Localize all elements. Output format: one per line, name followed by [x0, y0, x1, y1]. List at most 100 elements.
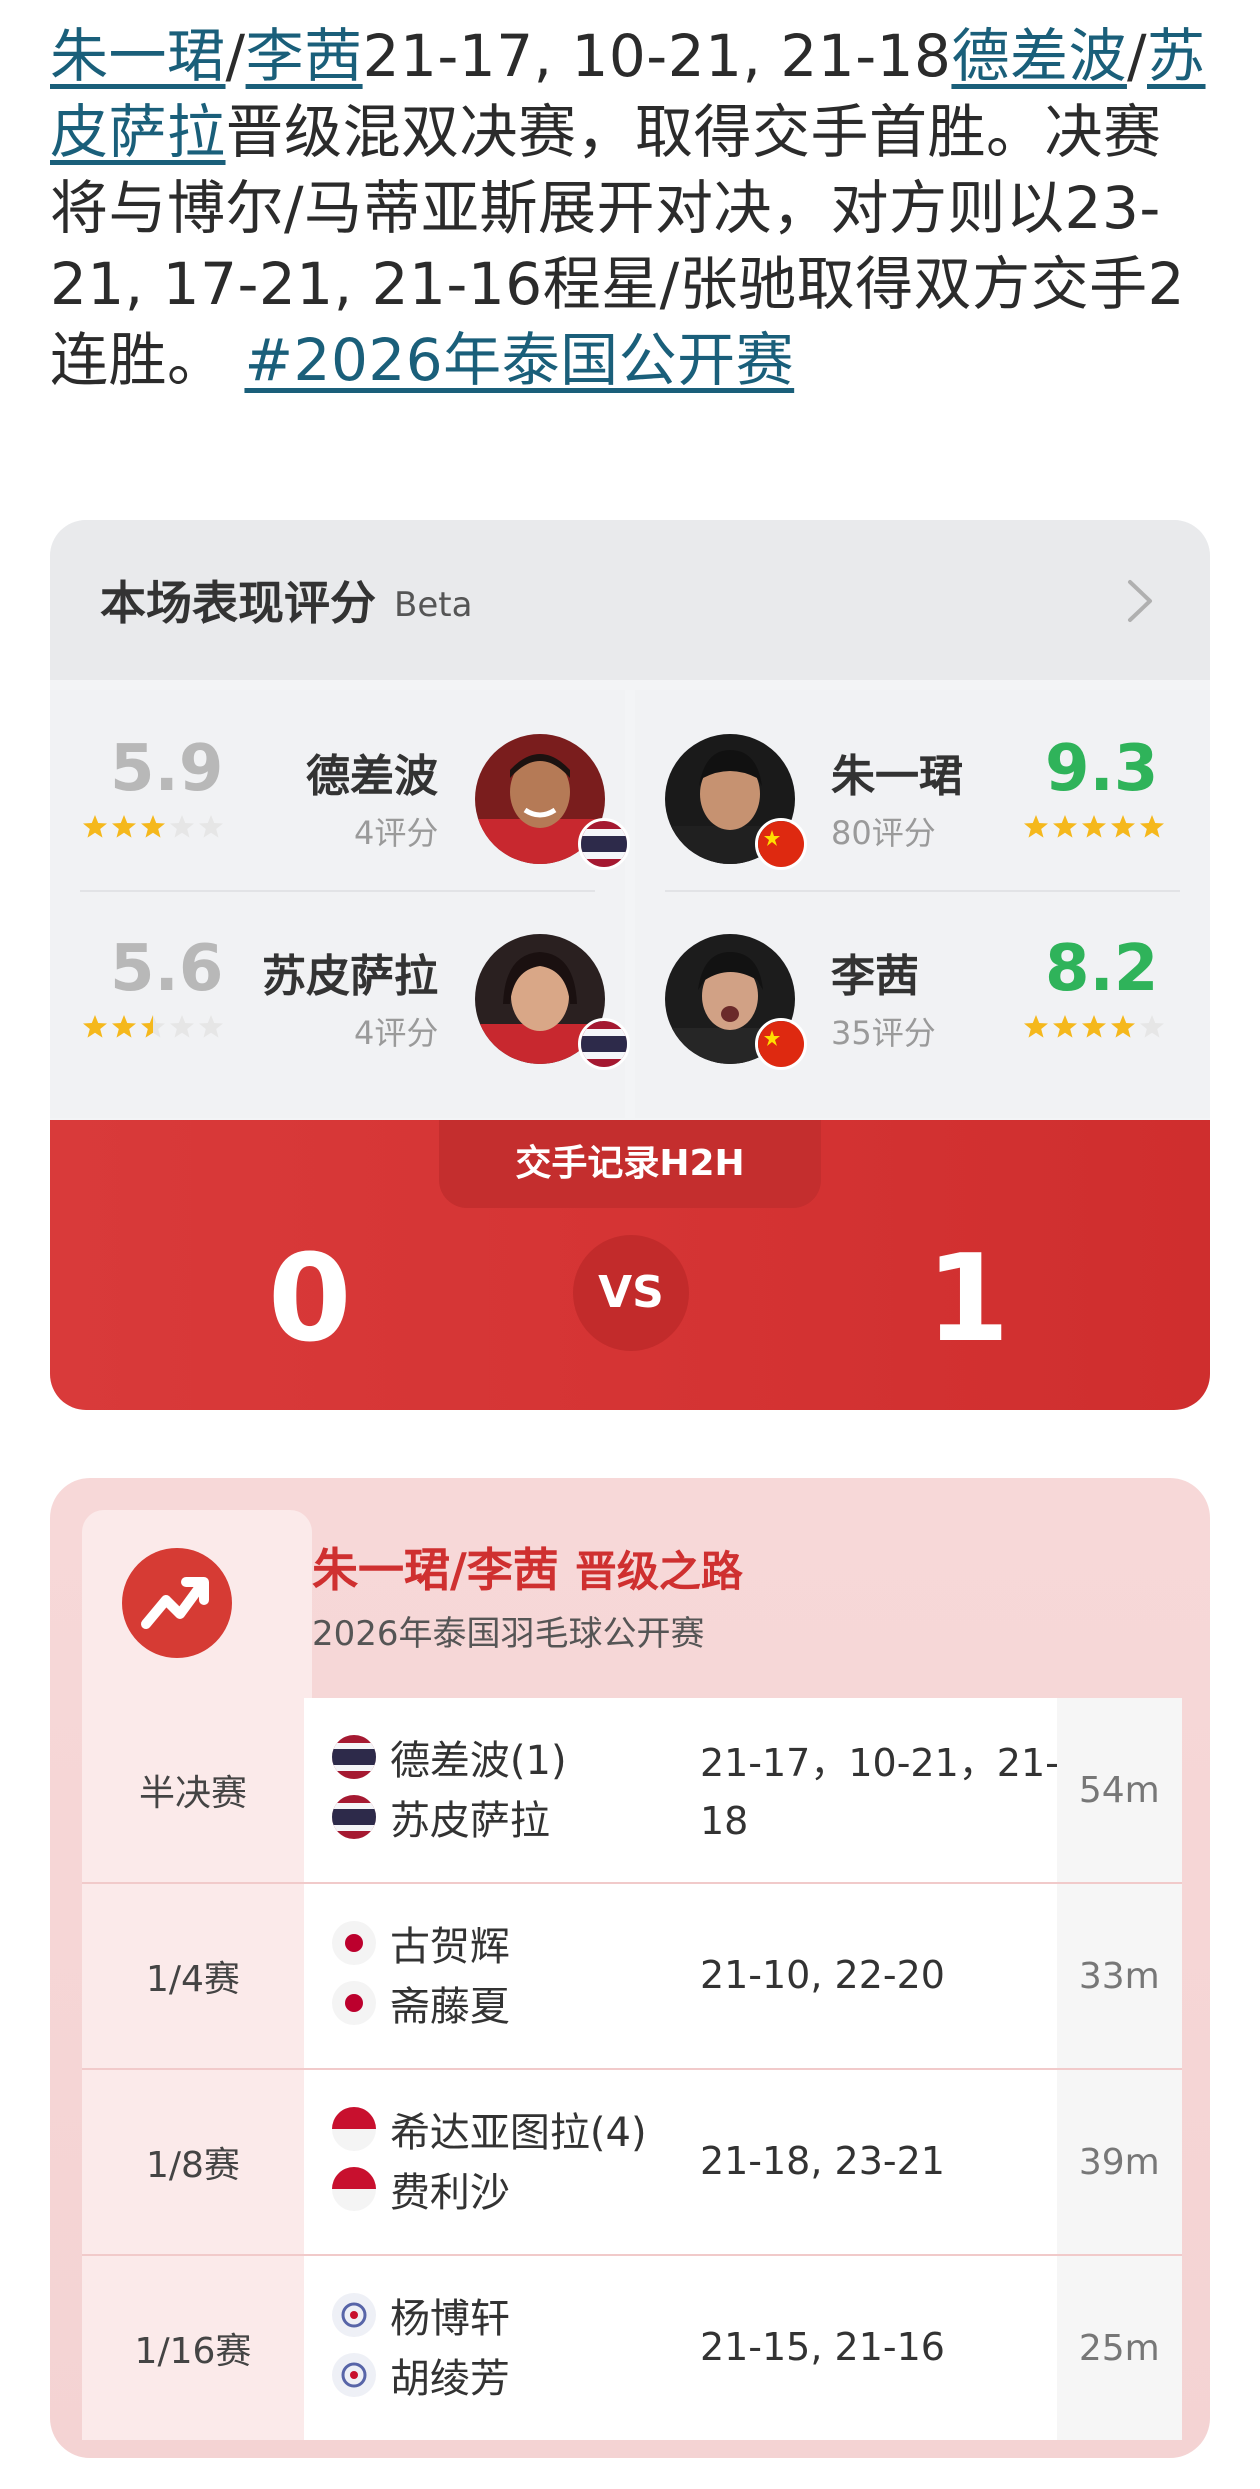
star-rating: [1023, 814, 1165, 840]
player-name: 李茜: [831, 951, 919, 1002]
tournament-name: 2026年泰国羽毛球公开赛: [312, 1614, 705, 1654]
player-card-dechapol[interactable]: 5.9 德差波 4评分: [50, 690, 630, 890]
opponent-name: 苏皮萨拉: [389, 1798, 550, 1844]
player-score: 5.6: [110, 932, 224, 1006]
star-rating: [1023, 1014, 1165, 1040]
star-icon: [83, 1015, 107, 1038]
player-link-zhu-yijun[interactable]: 朱一珺: [50, 22, 226, 90]
article-text: 朱一珺/李茜21-17, 10-21, 21-18德差波/苏皮萨拉晋级混双决赛，…: [50, 18, 1220, 398]
indonesia-flag-icon: [331, 2167, 376, 2211]
scoreline: 21-17，10-21，21-18: [699, 1741, 1059, 1843]
rating-count: 4评分: [354, 1014, 439, 1052]
scoreline: 21-15, 21-16: [699, 2325, 945, 2369]
star-icon: [199, 1015, 223, 1038]
rating-count: 4评分: [354, 814, 439, 852]
player-card-li-qian[interactable]: 李茜 35评分 8.2: [635, 890, 1210, 1090]
scoreline: 21-10, 22-20: [699, 1953, 945, 1997]
star-icon: [1024, 1015, 1048, 1038]
separator: /: [225, 22, 246, 90]
player-link-dechapol[interactable]: 德差波: [951, 22, 1127, 90]
match-scores: 21-17, 10-21, 21-18: [362, 22, 952, 90]
opponent: 胡绫芳: [331, 2346, 510, 2404]
beta-label: Beta: [394, 585, 473, 625]
star-icon: [1053, 815, 1077, 838]
indonesia-flag-icon: [331, 2107, 376, 2151]
player-score: 5.9: [110, 732, 224, 806]
thailand-flag-icon: [578, 1018, 630, 1070]
star-icon: [1024, 815, 1048, 838]
round-label: 半决赛: [82, 1698, 304, 1882]
duration: 33m: [1056, 1884, 1182, 2068]
player-name: 苏皮萨拉: [262, 951, 438, 1002]
star-icon: [141, 1015, 165, 1038]
performance-rating-card: 本场表现评分 Beta 5.9 德差波 4评分 5.6 苏皮萨拉 4评分 朱一珺…: [50, 520, 1210, 1410]
table-row[interactable]: 半决赛 德差波(1) 苏皮萨拉 21-17，10-21，21-18 54m: [82, 1698, 1182, 1882]
hashtag-link[interactable]: #2026年泰国公开赛: [244, 326, 794, 394]
star-icon: [1140, 815, 1164, 838]
star-icon: [1140, 1015, 1164, 1038]
h2h-panel[interactable]: 交手记录H2H 0 VS 1: [50, 1120, 1210, 1410]
table-row[interactable]: 1/8赛 希达亚图拉(4) 费利沙 21-18, 23-21 39m: [82, 2068, 1182, 2254]
rating-header[interactable]: 本场表现评分 Beta: [50, 520, 1210, 680]
rating-count: 80评分: [831, 814, 936, 852]
scoreline: 21-18, 23-21: [699, 2139, 945, 2183]
rating-title: 本场表现评分: [100, 576, 376, 630]
opponent-name: 胡绫芳: [389, 2356, 510, 2402]
match-info: 杨博轩 胡绫芳 21-15, 21-16: [303, 2256, 1057, 2440]
table-row[interactable]: 1/4赛 古贺辉 斋藤夏 21-10, 22-20 33m: [82, 1882, 1182, 2068]
trending-up-icon: [122, 1548, 232, 1658]
star-icon: [1082, 815, 1106, 838]
round-label: 1/16赛: [82, 2256, 304, 2440]
opponent: 德差波(1): [331, 1728, 567, 1786]
chinese-taipei-flag-icon: [331, 2353, 376, 2397]
match-table: 半决赛 德差波(1) 苏皮萨拉 21-17，10-21，21-18 54m 1/…: [82, 1698, 1182, 2440]
vs-badge: VS: [573, 1235, 689, 1351]
road-title: 朱一珺/李茜 晋级之路: [312, 1534, 743, 1600]
star-rating: [82, 814, 224, 840]
player-card-zhu-yijun[interactable]: 朱一珺 80评分 9.3: [635, 690, 1210, 890]
rating-count: 35评分: [831, 1014, 936, 1052]
match-info: 古贺辉 斋藤夏 21-10, 22-20: [303, 1884, 1057, 2068]
thailand-flag-icon: [578, 818, 630, 870]
duration: 54m: [1056, 1698, 1182, 1882]
chevron-right-icon[interactable]: [1116, 578, 1162, 624]
player-score: 9.3: [1045, 732, 1159, 806]
star-icon: [83, 815, 107, 838]
opponent-name: 希达亚图拉(4): [389, 2110, 647, 2156]
separator: /: [1126, 22, 1147, 90]
opponent: 杨博轩: [331, 2286, 510, 2344]
star-icon: [170, 815, 194, 838]
player-score: 8.2: [1045, 932, 1159, 1006]
star-icon: [112, 1015, 136, 1038]
star-icon: [112, 815, 136, 838]
opponent: 苏皮萨拉: [331, 1788, 550, 1846]
star-icon: [170, 1015, 194, 1038]
japan-flag-icon: [331, 1921, 376, 1965]
opponent-name: 杨博轩: [389, 2296, 510, 2342]
duration: 25m: [1056, 2256, 1182, 2440]
opponent-name: 费利沙: [389, 2170, 510, 2216]
star-icon: [1111, 1015, 1135, 1038]
h2h-left-wins: 0: [268, 1230, 352, 1369]
h2h-right-wins: 1: [926, 1230, 1010, 1369]
duration: 39m: [1056, 2070, 1182, 2254]
road-to-final-card: 朱一珺/李茜 晋级之路 2026年泰国羽毛球公开赛 半决赛 德差波(1) 苏皮萨…: [50, 1478, 1210, 2458]
team-right: 朱一珺 80评分 9.3 李茜 35评分 8.2: [635, 690, 1210, 1118]
player-card-supissara[interactable]: 5.6 苏皮萨拉 4评分: [50, 890, 630, 1090]
japan-flag-icon: [331, 1981, 376, 2025]
match-info: 德差波(1) 苏皮萨拉 21-17，10-21，21-18: [303, 1698, 1059, 1882]
opponent-name: 古贺辉: [389, 1924, 510, 1970]
china-flag-icon: [755, 1018, 807, 1070]
opponent-name: 德差波(1): [389, 1738, 567, 1784]
round-label: 1/8赛: [82, 2070, 304, 2254]
table-row[interactable]: 1/16赛 杨博轩 胡绫芳 21-15, 21-16 25m: [82, 2254, 1182, 2440]
china-flag-icon: [755, 818, 807, 870]
opponent-name: 斋藤夏: [389, 1984, 510, 2030]
pair-name: 朱一珺/李茜: [312, 1543, 559, 1597]
player-link-li-qian[interactable]: 李茜: [246, 22, 363, 90]
star-icon: [1053, 1015, 1077, 1038]
team-left: 5.9 德差波 4评分 5.6 苏皮萨拉 4评分: [50, 690, 630, 1118]
star-rating: [82, 1014, 224, 1040]
opponent: 斋藤夏: [331, 1974, 510, 2032]
star-icon: [1082, 1015, 1106, 1038]
